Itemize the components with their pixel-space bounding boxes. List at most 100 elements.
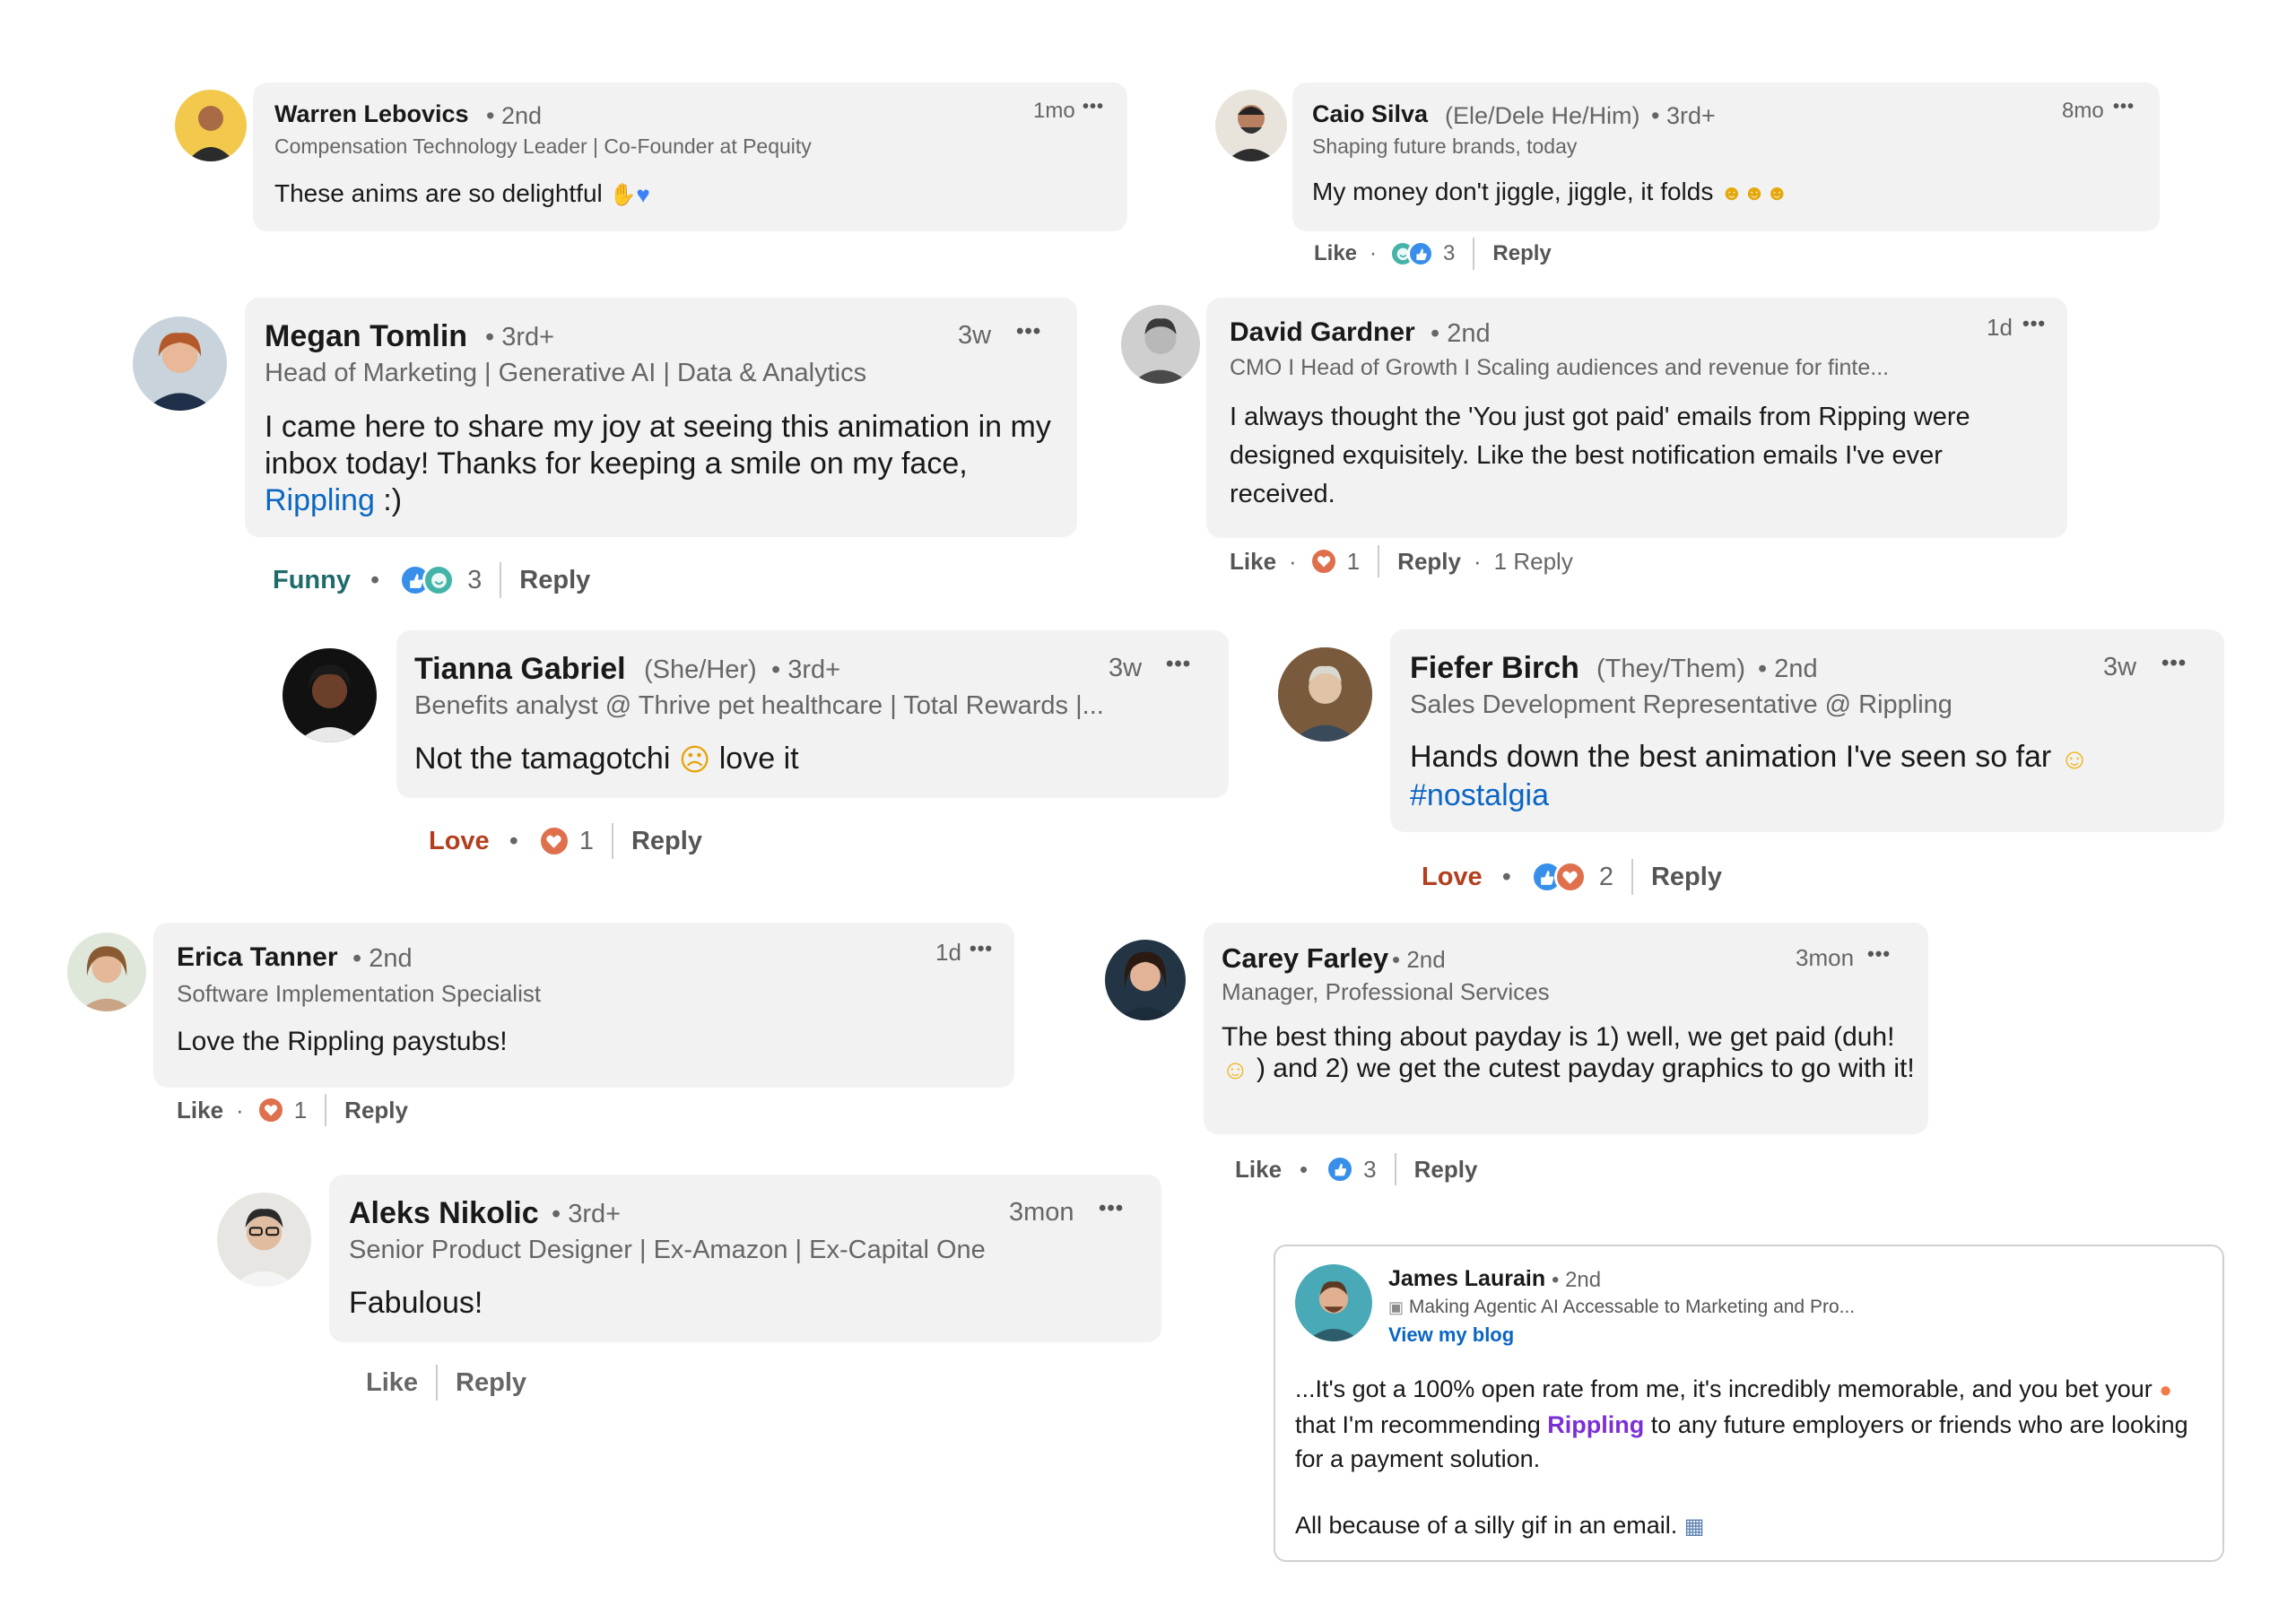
author-name[interactable]: James Laurain [1388, 1266, 1545, 1292]
reactions[interactable]: 3 [399, 564, 482, 596]
author-name[interactable]: Megan Tomlin [265, 319, 467, 354]
comment-text: Love the Rippling paystubs! [177, 1027, 508, 1056]
author-headline: Sales Development Representative @ Rippl… [1410, 690, 1952, 719]
reaction-count: 3 [1363, 1155, 1377, 1183]
love-reaction-icon [1309, 547, 1338, 576]
reactions[interactable]: 1 [537, 825, 594, 857]
heart-eyes-emoji-icon: ☺ [2059, 742, 2090, 775]
reply-button[interactable]: Reply [519, 566, 590, 595]
avatar[interactable] [1105, 940, 1186, 1020]
love-reaction-button[interactable]: Love [1422, 863, 1483, 892]
reply-button[interactable]: Reply [344, 1097, 408, 1124]
like-button[interactable]: Like [1230, 548, 1276, 576]
reply-button[interactable]: Reply [1397, 548, 1461, 576]
view-blog-link[interactable]: View my blog [1388, 1323, 1514, 1347]
like-button[interactable]: Like [177, 1097, 223, 1124]
hashtag-link[interactable]: #nostalgia [1410, 778, 1549, 812]
like-button[interactable]: Like [1235, 1156, 1282, 1184]
comment-text-content: Not the tamagotchi [414, 742, 671, 776]
reaction-count: 1 [293, 1096, 308, 1124]
divider [436, 1365, 439, 1401]
more-options-icon[interactable]: ••• [1083, 97, 1104, 117]
reaction-count: 2 [1598, 862, 1613, 891]
author-name[interactable]: Tianna Gabriel [414, 652, 626, 687]
mention-link[interactable]: Rippling [265, 483, 375, 517]
reply-button[interactable]: Reply [1414, 1156, 1478, 1184]
divider [325, 1094, 327, 1126]
author-name[interactable]: Erica Tanner [177, 942, 338, 973]
avatar[interactable] [217, 1193, 311, 1287]
more-options-icon[interactable]: ••• [1166, 652, 1191, 677]
reaction-count: 1 [578, 826, 594, 855]
comment-text-content: Hands down the best animation I've seen … [1410, 740, 2052, 774]
avatar[interactable] [1215, 90, 1287, 161]
author-name[interactable]: Carey Farley [1222, 942, 1388, 975]
more-options-icon[interactable]: ••• [2022, 312, 2046, 335]
like-button[interactable]: Like [366, 1368, 418, 1398]
like-button[interactable]: Like [1314, 241, 1357, 266]
avatar[interactable] [1295, 1264, 1372, 1341]
avatar[interactable] [175, 90, 247, 161]
comment-actions: Like · 3 Reply [1314, 238, 1552, 270]
like-reaction-icon [1326, 1155, 1355, 1184]
more-options-icon[interactable]: ••• [2113, 97, 2135, 117]
reactions[interactable]: 1 [256, 1096, 308, 1124]
timestamp: 1d [1987, 314, 2013, 341]
connection-degree: • 3rd+ [485, 323, 555, 351]
avatar[interactable] [283, 648, 377, 742]
reactions[interactable]: 2 [1530, 861, 1613, 893]
more-options-icon[interactable]: ••• [1099, 1196, 1124, 1221]
connection-degree: • 2nd [1552, 1268, 1602, 1292]
more-options-icon[interactable]: ••• [1016, 319, 1041, 344]
comment-bubble: Warren Lebovics • 2nd Compensation Techn… [253, 82, 1127, 231]
more-options-icon[interactable]: ••• [970, 937, 993, 960]
avatar[interactable] [133, 317, 227, 411]
comment-text: My money don't jiggle, jiggle, it folds … [1312, 178, 1788, 206]
like-reaction-icon [1407, 240, 1435, 267]
author-name[interactable]: Aleks Nikolic [349, 1196, 539, 1231]
crying-emoji-icon: ☹ [678, 743, 711, 778]
author-name[interactable]: David Gardner [1230, 317, 1415, 348]
reactions[interactable]: 1 [1309, 547, 1360, 576]
connection-degree: • 3rd+ [771, 655, 841, 684]
author-name[interactable]: Caio Silva [1312, 100, 1428, 128]
more-options-icon[interactable]: ••• [2161, 651, 2187, 676]
author-headline: Compensation Technology Leader | Co-Foun… [274, 134, 812, 158]
avatar[interactable] [1121, 305, 1200, 384]
person-at-computer-emoji-icon: ▦ [1683, 1514, 1705, 1539]
comment-text-content: These anims are so delightful [274, 179, 603, 207]
blue-heart-emoji-icon: ♥ [636, 181, 650, 209]
comment-text-mid: that I'm recommending [1295, 1410, 1541, 1438]
author-headline: Manager, Professional Services [1222, 978, 1550, 1005]
comment-bubble: David Gardner • 2nd CMO I Head of Growth… [1206, 298, 2067, 538]
comment-actions: Funny • 3 Reply [273, 562, 590, 598]
separator: • [1501, 862, 1511, 891]
funny-reaction-button[interactable]: Funny [273, 566, 351, 595]
love-reaction-button[interactable]: Love [429, 827, 490, 856]
divider [500, 562, 502, 598]
reply-button[interactable]: Reply [631, 827, 702, 856]
pronouns: (She/Her) [644, 655, 757, 684]
connection-degree: • 2nd [1392, 946, 1446, 973]
reply-button[interactable]: Reply [456, 1368, 526, 1398]
reactions[interactable]: 3 [1326, 1155, 1377, 1184]
reply-button[interactable]: Reply [1651, 863, 1722, 892]
peach-emoji-icon: ● [2159, 1377, 2172, 1402]
reply-button[interactable]: Reply [1492, 241, 1551, 266]
divider [1394, 1153, 1396, 1185]
avatar[interactable] [67, 933, 146, 1011]
reaction-count: 1 [1346, 547, 1361, 575]
author-headline: Benefits analyst @ Thrive pet healthcare… [414, 691, 1104, 720]
mention-link[interactable]: Rippling [1547, 1411, 1644, 1438]
author-name[interactable]: Warren Lebovics [274, 100, 469, 128]
view-replies-link[interactable]: 1 Reply [1494, 548, 1573, 576]
avatar[interactable] [1278, 647, 1372, 742]
author-headline: ▣ Making Agentic AI Accessable to Market… [1388, 1297, 1855, 1318]
comment-text-end: ) and 2) we get the cutest payday graphi… [1256, 1054, 1915, 1083]
author-name[interactable]: Fiefer Birch [1410, 651, 1579, 686]
comment-text: These anims are so delightful ✋♥ [274, 179, 650, 209]
reactions[interactable]: 3 [1389, 240, 1455, 267]
author-headline: Shaping future brands, today [1312, 134, 1578, 158]
comment-text: ...It's got a 100% open rate from me, it… [1295, 1372, 2201, 1476]
more-options-icon[interactable]: ••• [1867, 942, 1891, 966]
